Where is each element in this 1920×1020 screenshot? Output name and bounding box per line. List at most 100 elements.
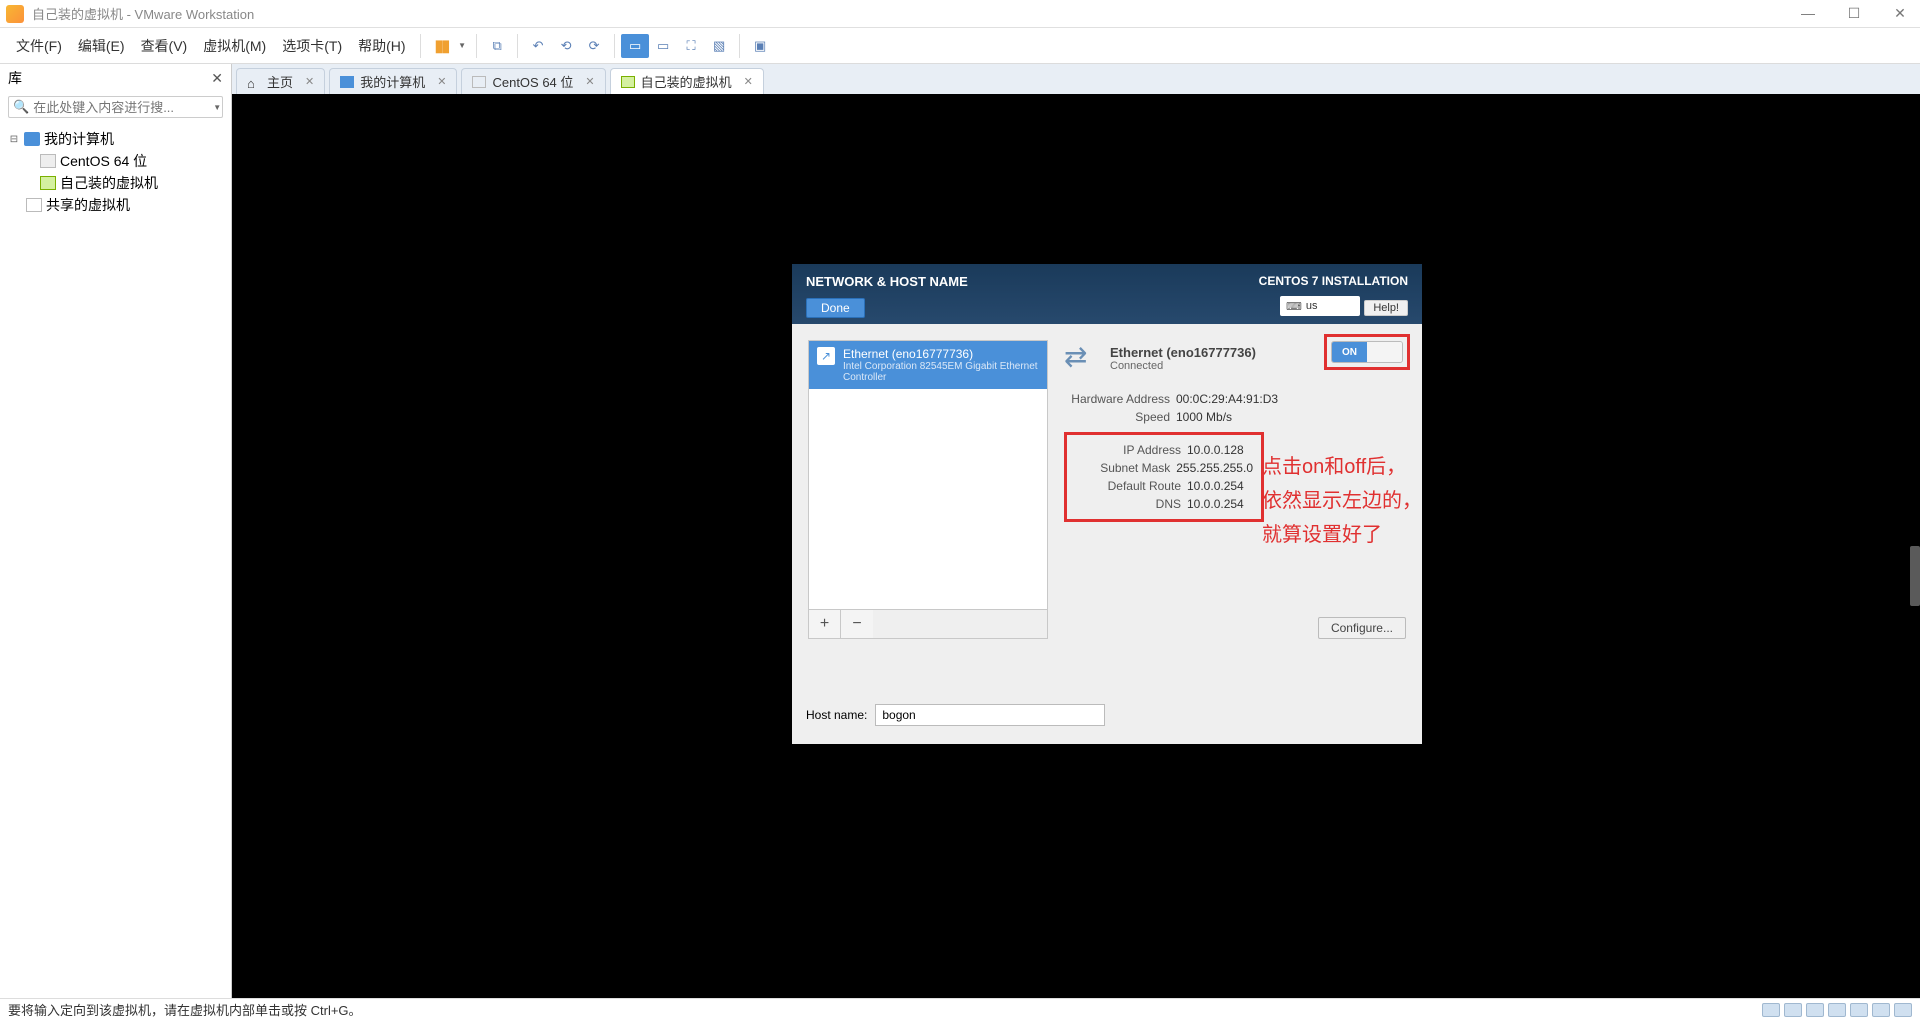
sidebar: 库 ✕ 🔍 ▼ ⊟ 我的计算机 CentOS 64 位 自己装的虚拟机 <box>0 64 232 998</box>
menu-tabs[interactable]: 选项卡(T) <box>274 36 350 56</box>
content-area: ⌂ 主页 ✕ 我的计算机 ✕ CentOS 64 位 ✕ 自己装的虚拟机 ✕ <box>232 64 1920 998</box>
tree-shared-vms[interactable]: 共享的虚拟机 <box>8 194 223 216</box>
network-list-panel: ↗ Ethernet (eno16777736) Intel Corporati… <box>808 340 1048 639</box>
value: 255.255.255.0 <box>1176 461 1253 475</box>
view-unity-icon[interactable]: ▭ <box>649 34 677 58</box>
tab-label: 主页 <box>267 72 293 91</box>
tab-label: CentOS 64 位 <box>492 72 573 91</box>
menu-bar: 文件(F) 编辑(E) 查看(V) 虚拟机(M) 选项卡(T) 帮助(H) ▮▮… <box>0 28 1920 64</box>
device-cd-icon[interactable] <box>1784 1003 1802 1017</box>
network-list-item[interactable]: ↗ Ethernet (eno16777736) Intel Corporati… <box>809 341 1047 389</box>
menu-vm[interactable]: 虚拟机(M) <box>195 36 274 56</box>
tree-item-centos[interactable]: CentOS 64 位 <box>8 150 223 172</box>
vm-running-icon <box>40 176 56 190</box>
tree-label: 自己装的虚拟机 <box>60 173 158 193</box>
tab-close-icon[interactable]: ✕ <box>585 75 594 88</box>
device-net-icon[interactable] <box>1806 1003 1824 1017</box>
snapshot-manager-icon[interactable]: ⟲ <box>552 34 580 58</box>
minimize-button[interactable]: — <box>1794 5 1822 22</box>
take-snapshot-icon[interactable]: ⟳ <box>580 34 608 58</box>
configure-button[interactable]: Configure... <box>1318 617 1406 639</box>
annotation-line: 就算设置好了 <box>1262 518 1422 552</box>
sidebar-close-icon[interactable]: ✕ <box>211 70 223 87</box>
tab-selfvm[interactable]: 自己装的虚拟机 ✕ <box>610 68 764 94</box>
pause-icon[interactable]: ▮▮ <box>431 36 453 56</box>
fullscreen-icon[interactable]: ⛶ <box>677 34 705 58</box>
computer-icon <box>340 76 354 88</box>
tab-close-icon[interactable]: ✕ <box>744 75 753 88</box>
done-button[interactable]: Done <box>806 298 865 318</box>
network-listbox[interactable]: ↗ Ethernet (eno16777736) Intel Corporati… <box>808 340 1048 610</box>
tree-label: 共享的虚拟机 <box>46 195 130 215</box>
value: 10.0.0.128 <box>1187 443 1244 457</box>
toggle-highlight-box: ON <box>1324 334 1410 370</box>
add-remove-bar: + − <box>808 610 1048 639</box>
row-dns: DNS 10.0.0.254 <box>1075 495 1253 513</box>
chevron-down-icon[interactable]: ▼ <box>213 103 221 112</box>
menu-help[interactable]: 帮助(H) <box>350 36 413 56</box>
device-printer-icon[interactable] <box>1872 1003 1890 1017</box>
tree-label: 我的计算机 <box>44 129 114 149</box>
device-sound-icon[interactable] <box>1850 1003 1868 1017</box>
separator <box>517 34 518 58</box>
separator <box>420 34 421 58</box>
tab-close-icon[interactable]: ✕ <box>437 75 446 88</box>
device-usb-icon[interactable] <box>1828 1003 1846 1017</box>
scrollbar[interactable] <box>1910 546 1920 606</box>
device-display-icon[interactable] <box>1894 1003 1912 1017</box>
snapshot-icon[interactable]: ⧉ <box>483 34 511 58</box>
device-tray <box>1762 1003 1912 1017</box>
toggle-knob <box>1367 342 1402 362</box>
revert-icon[interactable]: ↶ <box>524 34 552 58</box>
connection-toggle[interactable]: ON <box>1331 341 1403 363</box>
add-button[interactable]: + <box>809 610 841 638</box>
tab-label: 我的计算机 <box>360 72 425 91</box>
label: IP Address <box>1075 443 1187 457</box>
vm-console[interactable]: NETWORK & HOST NAME Done CENTOS 7 INSTAL… <box>232 94 1920 998</box>
tree-label: CentOS 64 位 <box>60 151 147 171</box>
view-console-icon[interactable]: ▭ <box>621 34 649 58</box>
collapse-icon[interactable]: ⊟ <box>8 134 20 145</box>
remove-button[interactable]: − <box>841 610 873 638</box>
device-hdd-icon[interactable] <box>1762 1003 1780 1017</box>
sidebar-search[interactable]: 🔍 ▼ <box>8 96 223 118</box>
home-icon: ⌂ <box>247 76 261 88</box>
label: Subnet Mask <box>1075 461 1176 475</box>
computer-icon <box>24 132 40 146</box>
tab-centos[interactable]: CentOS 64 位 ✕ <box>461 68 605 94</box>
row-mask: Subnet Mask 255.255.255.0 <box>1075 459 1253 477</box>
label: Default Route <box>1075 479 1187 493</box>
library-icon[interactable]: ▣ <box>746 34 774 58</box>
menu-view[interactable]: 查看(V) <box>133 36 196 56</box>
tab-home[interactable]: ⌂ 主页 ✕ <box>236 68 325 94</box>
separator <box>476 34 477 58</box>
status-bar: 要将输入定向到该虚拟机，请在虚拟机内部单击或按 Ctrl+G。 <box>0 998 1920 1020</box>
window-controls: — ☐ ✕ <box>1794 5 1914 22</box>
main-split: 库 ✕ 🔍 ▼ ⊟ 我的计算机 CentOS 64 位 自己装的虚拟机 <box>0 64 1920 998</box>
annotation-line: 依然显示左边的， <box>1262 484 1422 518</box>
search-icon: 🔍 <box>13 99 29 115</box>
hostname-input[interactable] <box>875 704 1105 726</box>
menu-edit[interactable]: 编辑(E) <box>70 36 133 56</box>
installer-product: CENTOS 7 INSTALLATION <box>1259 274 1408 288</box>
keyboard-layout-button[interactable]: us <box>1280 296 1360 316</box>
menu-file[interactable]: 文件(F) <box>8 36 70 56</box>
dropdown-icon[interactable]: ▼ <box>458 41 466 50</box>
help-button[interactable]: Help! <box>1364 300 1408 316</box>
tab-mycomputer[interactable]: 我的计算机 ✕ <box>329 68 457 94</box>
toolbar-power-group: ▮▮ ▼ <box>427 36 471 56</box>
value: 1000 Mb/s <box>1176 410 1232 424</box>
shared-icon <box>26 198 42 212</box>
close-button[interactable]: ✕ <box>1886 5 1914 22</box>
detail-nic-name: Ethernet (eno16777736) <box>1110 345 1256 360</box>
detail-nic-status: Connected <box>1110 360 1256 372</box>
sidebar-title: 库 <box>8 68 22 88</box>
tab-close-icon[interactable]: ✕ <box>305 75 314 88</box>
maximize-button[interactable]: ☐ <box>1840 5 1868 22</box>
ip-highlight-box: IP Address 10.0.0.128 Subnet Mask 255.25… <box>1064 432 1264 522</box>
tree-item-selfvm[interactable]: 自己装的虚拟机 <box>8 172 223 194</box>
search-input[interactable] <box>33 100 209 115</box>
seamless-icon[interactable]: ▧ <box>705 34 733 58</box>
tree-root-mycomputer[interactable]: ⊟ 我的计算机 <box>8 128 223 150</box>
label: Speed <box>1064 410 1176 424</box>
